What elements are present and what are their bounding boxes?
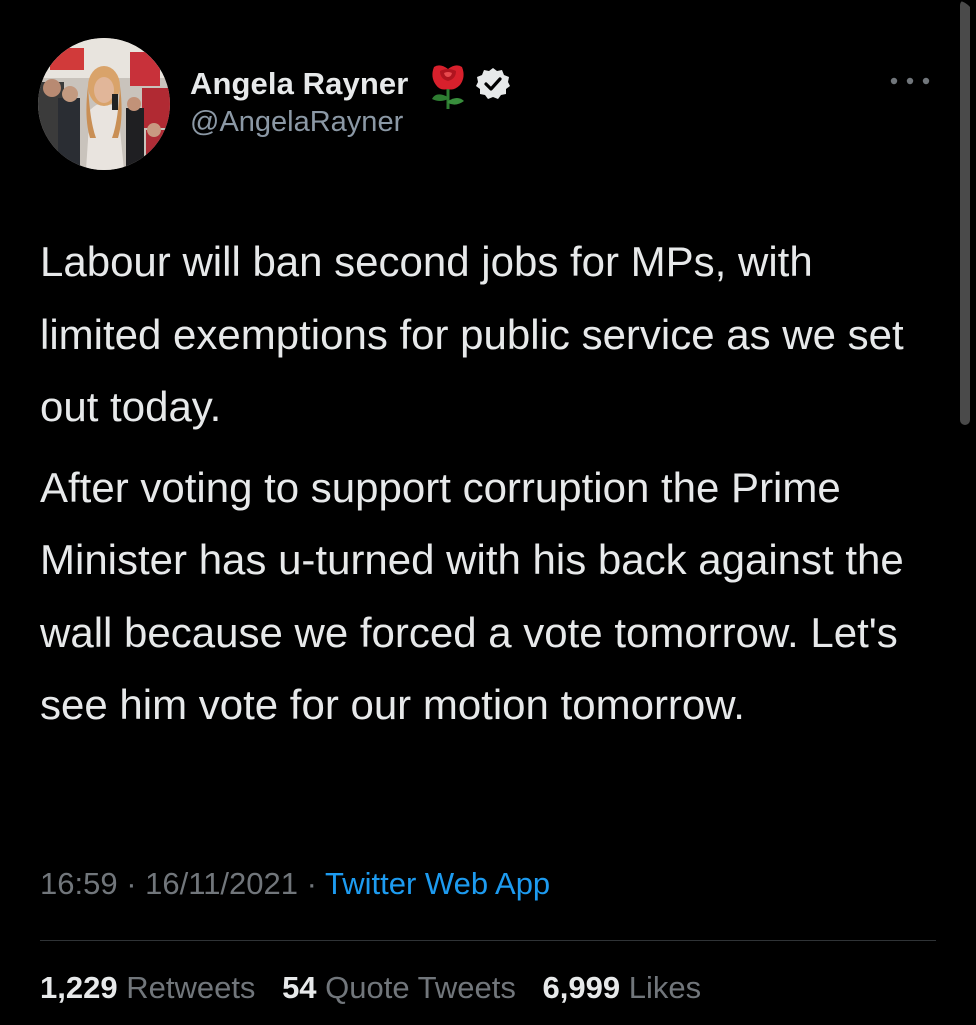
meta-separator: · — [306, 866, 317, 901]
tweet-paragraph-2: After voting to support corruption the P… — [40, 463, 904, 729]
likes-stat[interactable]: 6,999 Likes — [543, 970, 702, 1006]
avatar[interactable] — [38, 38, 170, 170]
author-names: Angela Rayner @AngelaRayner — [190, 64, 511, 139]
tweet-card: Angela Rayner @AngelaRayner Labour will … — [0, 0, 976, 1025]
tweet-stats: 1,229 Retweets 54 Quote Tweets 6,999 Lik… — [40, 970, 719, 1006]
more-horizontal-icon[interactable] — [888, 74, 932, 86]
tweet-header: Angela Rayner @AngelaRayner — [38, 38, 511, 170]
tweet-meta: 16:59 · 16/11/2021 · Twitter Web App — [40, 866, 550, 902]
tweet-time[interactable]: 16:59 — [40, 866, 118, 901]
rose-icon — [426, 61, 470, 111]
name-row: Angela Rayner — [190, 64, 511, 109]
tweet-date[interactable]: 16/11/2021 — [145, 866, 298, 901]
tweet-text: Labour will ban second jobs for MPs, wit… — [40, 226, 940, 742]
verified-icon — [476, 67, 511, 101]
divider — [40, 940, 936, 941]
quote-tweets-stat[interactable]: 54 Quote Tweets — [282, 970, 516, 1006]
likes-label: Likes — [628, 970, 702, 1005]
avatar-photo — [38, 38, 170, 170]
quote-tweets-label: Quote Tweets — [325, 970, 516, 1005]
scrollbar[interactable] — [960, 0, 970, 425]
tweet-source-link[interactable]: Twitter Web App — [325, 866, 550, 901]
retweets-label: Retweets — [126, 970, 256, 1005]
tweet-paragraph-1: Labour will ban second jobs for MPs, wit… — [40, 238, 904, 430]
quote-tweets-count: 54 — [282, 970, 317, 1005]
retweets-count: 1,229 — [40, 970, 118, 1005]
likes-count: 6,999 — [542, 970, 621, 1005]
retweets-stat[interactable]: 1,229 Retweets — [40, 970, 255, 1006]
author-display-name[interactable]: Angela Rayner — [190, 66, 408, 102]
meta-separator: · — [126, 866, 137, 901]
